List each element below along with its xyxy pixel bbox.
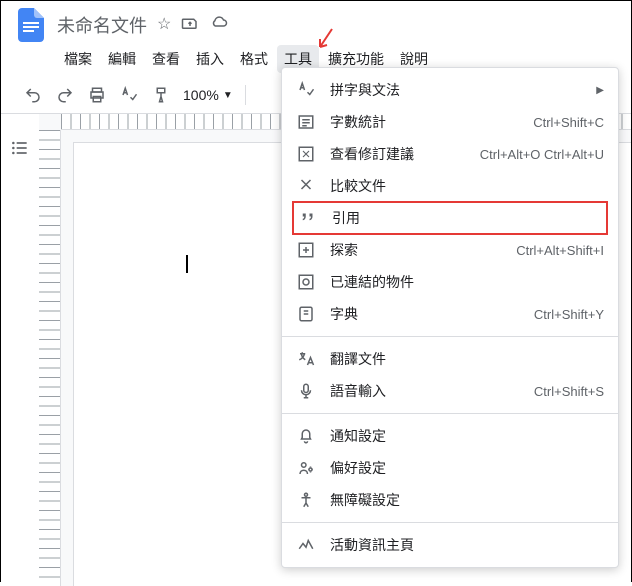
text-cursor xyxy=(186,255,188,273)
menu-activity[interactable]: 活動資訊主頁 xyxy=(282,529,618,561)
activity-icon xyxy=(296,535,316,555)
zoom-value: 100% xyxy=(183,87,219,103)
menu-file[interactable]: 檔案 xyxy=(57,45,99,73)
document-title[interactable]: 未命名文件 xyxy=(57,12,147,38)
star-icon[interactable]: ☆ xyxy=(157,14,171,37)
translate-icon xyxy=(296,349,316,369)
docs-logo[interactable] xyxy=(13,7,49,43)
vertical-ruler[interactable] xyxy=(39,130,61,586)
menu-review[interactable]: 查看修訂建議 Ctrl+Alt+O Ctrl+Alt+U xyxy=(282,138,618,170)
zoom-selector[interactable]: 100% ▼ xyxy=(179,87,237,103)
citation-icon xyxy=(298,208,318,228)
menu-accessibility[interactable]: 無障礙設定 xyxy=(282,484,618,516)
menu-separator xyxy=(282,413,618,414)
bell-icon xyxy=(296,426,316,446)
menu-spelling[interactable]: 拼字與文法 ▶ xyxy=(282,74,618,106)
tools-dropdown: 拼字與文法 ▶ 字數統計 Ctrl+Shift+C 查看修訂建議 Ctrl+Al… xyxy=(281,67,619,568)
outline-button[interactable] xyxy=(10,138,30,586)
paint-format-button[interactable] xyxy=(147,81,175,109)
menu-preferences[interactable]: 偏好設定 xyxy=(282,452,618,484)
menu-explore[interactable]: 探索 Ctrl+Alt+Shift+I xyxy=(282,234,618,266)
linked-icon xyxy=(296,272,316,292)
menu-notifications[interactable]: 通知設定 xyxy=(282,420,618,452)
voice-icon xyxy=(296,381,316,401)
menu-view[interactable]: 查看 xyxy=(145,45,187,73)
submenu-arrow-icon: ▶ xyxy=(596,85,604,96)
dictionary-icon xyxy=(296,304,316,324)
spelling-icon xyxy=(296,80,316,100)
menu-wordcount[interactable]: 字數統計 Ctrl+Shift+C xyxy=(282,106,618,138)
redo-button[interactable] xyxy=(51,81,79,109)
menu-separator xyxy=(282,336,618,337)
cloud-status-icon[interactable] xyxy=(209,14,229,37)
undo-button[interactable] xyxy=(19,81,47,109)
menu-format[interactable]: 格式 xyxy=(233,45,275,73)
chevron-down-icon: ▼ xyxy=(223,90,233,101)
menu-translate[interactable]: 翻譯文件 xyxy=(282,343,618,375)
accessibility-icon xyxy=(296,490,316,510)
review-icon xyxy=(296,144,316,164)
wordcount-icon xyxy=(296,112,316,132)
compare-icon xyxy=(296,176,316,196)
menu-edit[interactable]: 編輯 xyxy=(101,45,143,73)
menu-insert[interactable]: 插入 xyxy=(189,45,231,73)
move-icon[interactable] xyxy=(181,14,199,37)
menu-separator xyxy=(282,522,618,523)
toolbar-separator xyxy=(245,85,246,105)
print-button[interactable] xyxy=(83,81,111,109)
spellcheck-button[interactable] xyxy=(115,81,143,109)
menu-dictionary[interactable]: 字典 Ctrl+Shift+Y xyxy=(282,298,618,330)
annotation-arrow xyxy=(317,27,335,51)
explore-icon xyxy=(296,240,316,260)
menu-linked[interactable]: 已連結的物件 xyxy=(282,266,618,298)
menu-citation[interactable]: 引用 xyxy=(292,201,608,235)
menu-compare[interactable]: 比較文件 xyxy=(282,170,618,202)
menu-voice[interactable]: 語音輸入 Ctrl+Shift+S xyxy=(282,375,618,407)
preferences-icon xyxy=(296,458,316,478)
